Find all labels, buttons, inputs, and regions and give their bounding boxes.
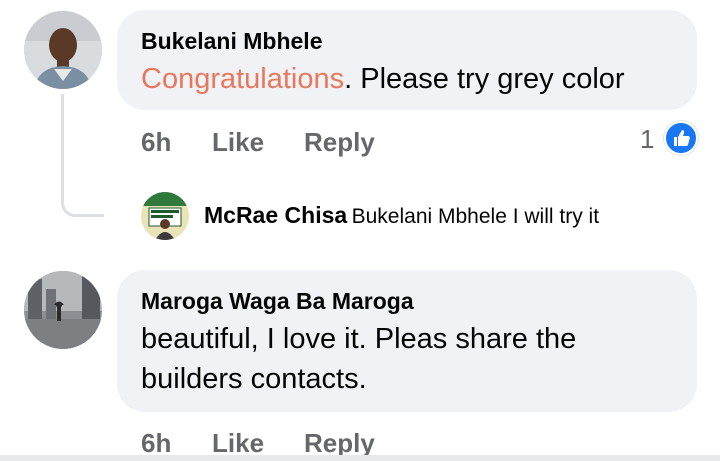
user-photo-icon bbox=[24, 11, 102, 89]
city-street-photo-icon bbox=[24, 271, 102, 349]
comment-author[interactable]: Bukelani Mbhele bbox=[141, 28, 322, 55]
comment-text-rest: . Please try grey color bbox=[344, 63, 625, 95]
comment-time[interactable]: 6h bbox=[141, 127, 171, 158]
comment-text-line1: beautiful, I love it. Pleas share the bbox=[141, 323, 577, 355]
reply-author[interactable]: McRae Chisa bbox=[204, 202, 347, 228]
comment-text: Congratulations. Please try grey color bbox=[141, 63, 625, 96]
avatar[interactable] bbox=[24, 11, 102, 89]
like-button[interactable]: Like bbox=[212, 127, 264, 158]
reply-content: McRae Chisa Bukelani Mbhele I will try i… bbox=[204, 202, 599, 229]
reply-text: I will try it bbox=[506, 205, 600, 228]
comment-author[interactable]: Maroga Waga Ba Maroga bbox=[141, 288, 414, 315]
thumbs-up-icon[interactable] bbox=[664, 121, 698, 155]
bottom-divider bbox=[0, 455, 720, 461]
comment-text-line2: builders contacts. bbox=[141, 363, 367, 395]
avatar[interactable] bbox=[24, 271, 102, 349]
thread-connector bbox=[61, 94, 104, 217]
reply-mention[interactable]: Bukelani Mbhele bbox=[352, 205, 507, 228]
reaction-count[interactable]: 1 bbox=[640, 124, 654, 155]
comment-highlight: Congratulations bbox=[141, 63, 345, 95]
reply-avatar[interactable] bbox=[141, 192, 189, 240]
reply-button[interactable]: Reply bbox=[304, 127, 375, 158]
party-poster-icon bbox=[141, 192, 189, 240]
